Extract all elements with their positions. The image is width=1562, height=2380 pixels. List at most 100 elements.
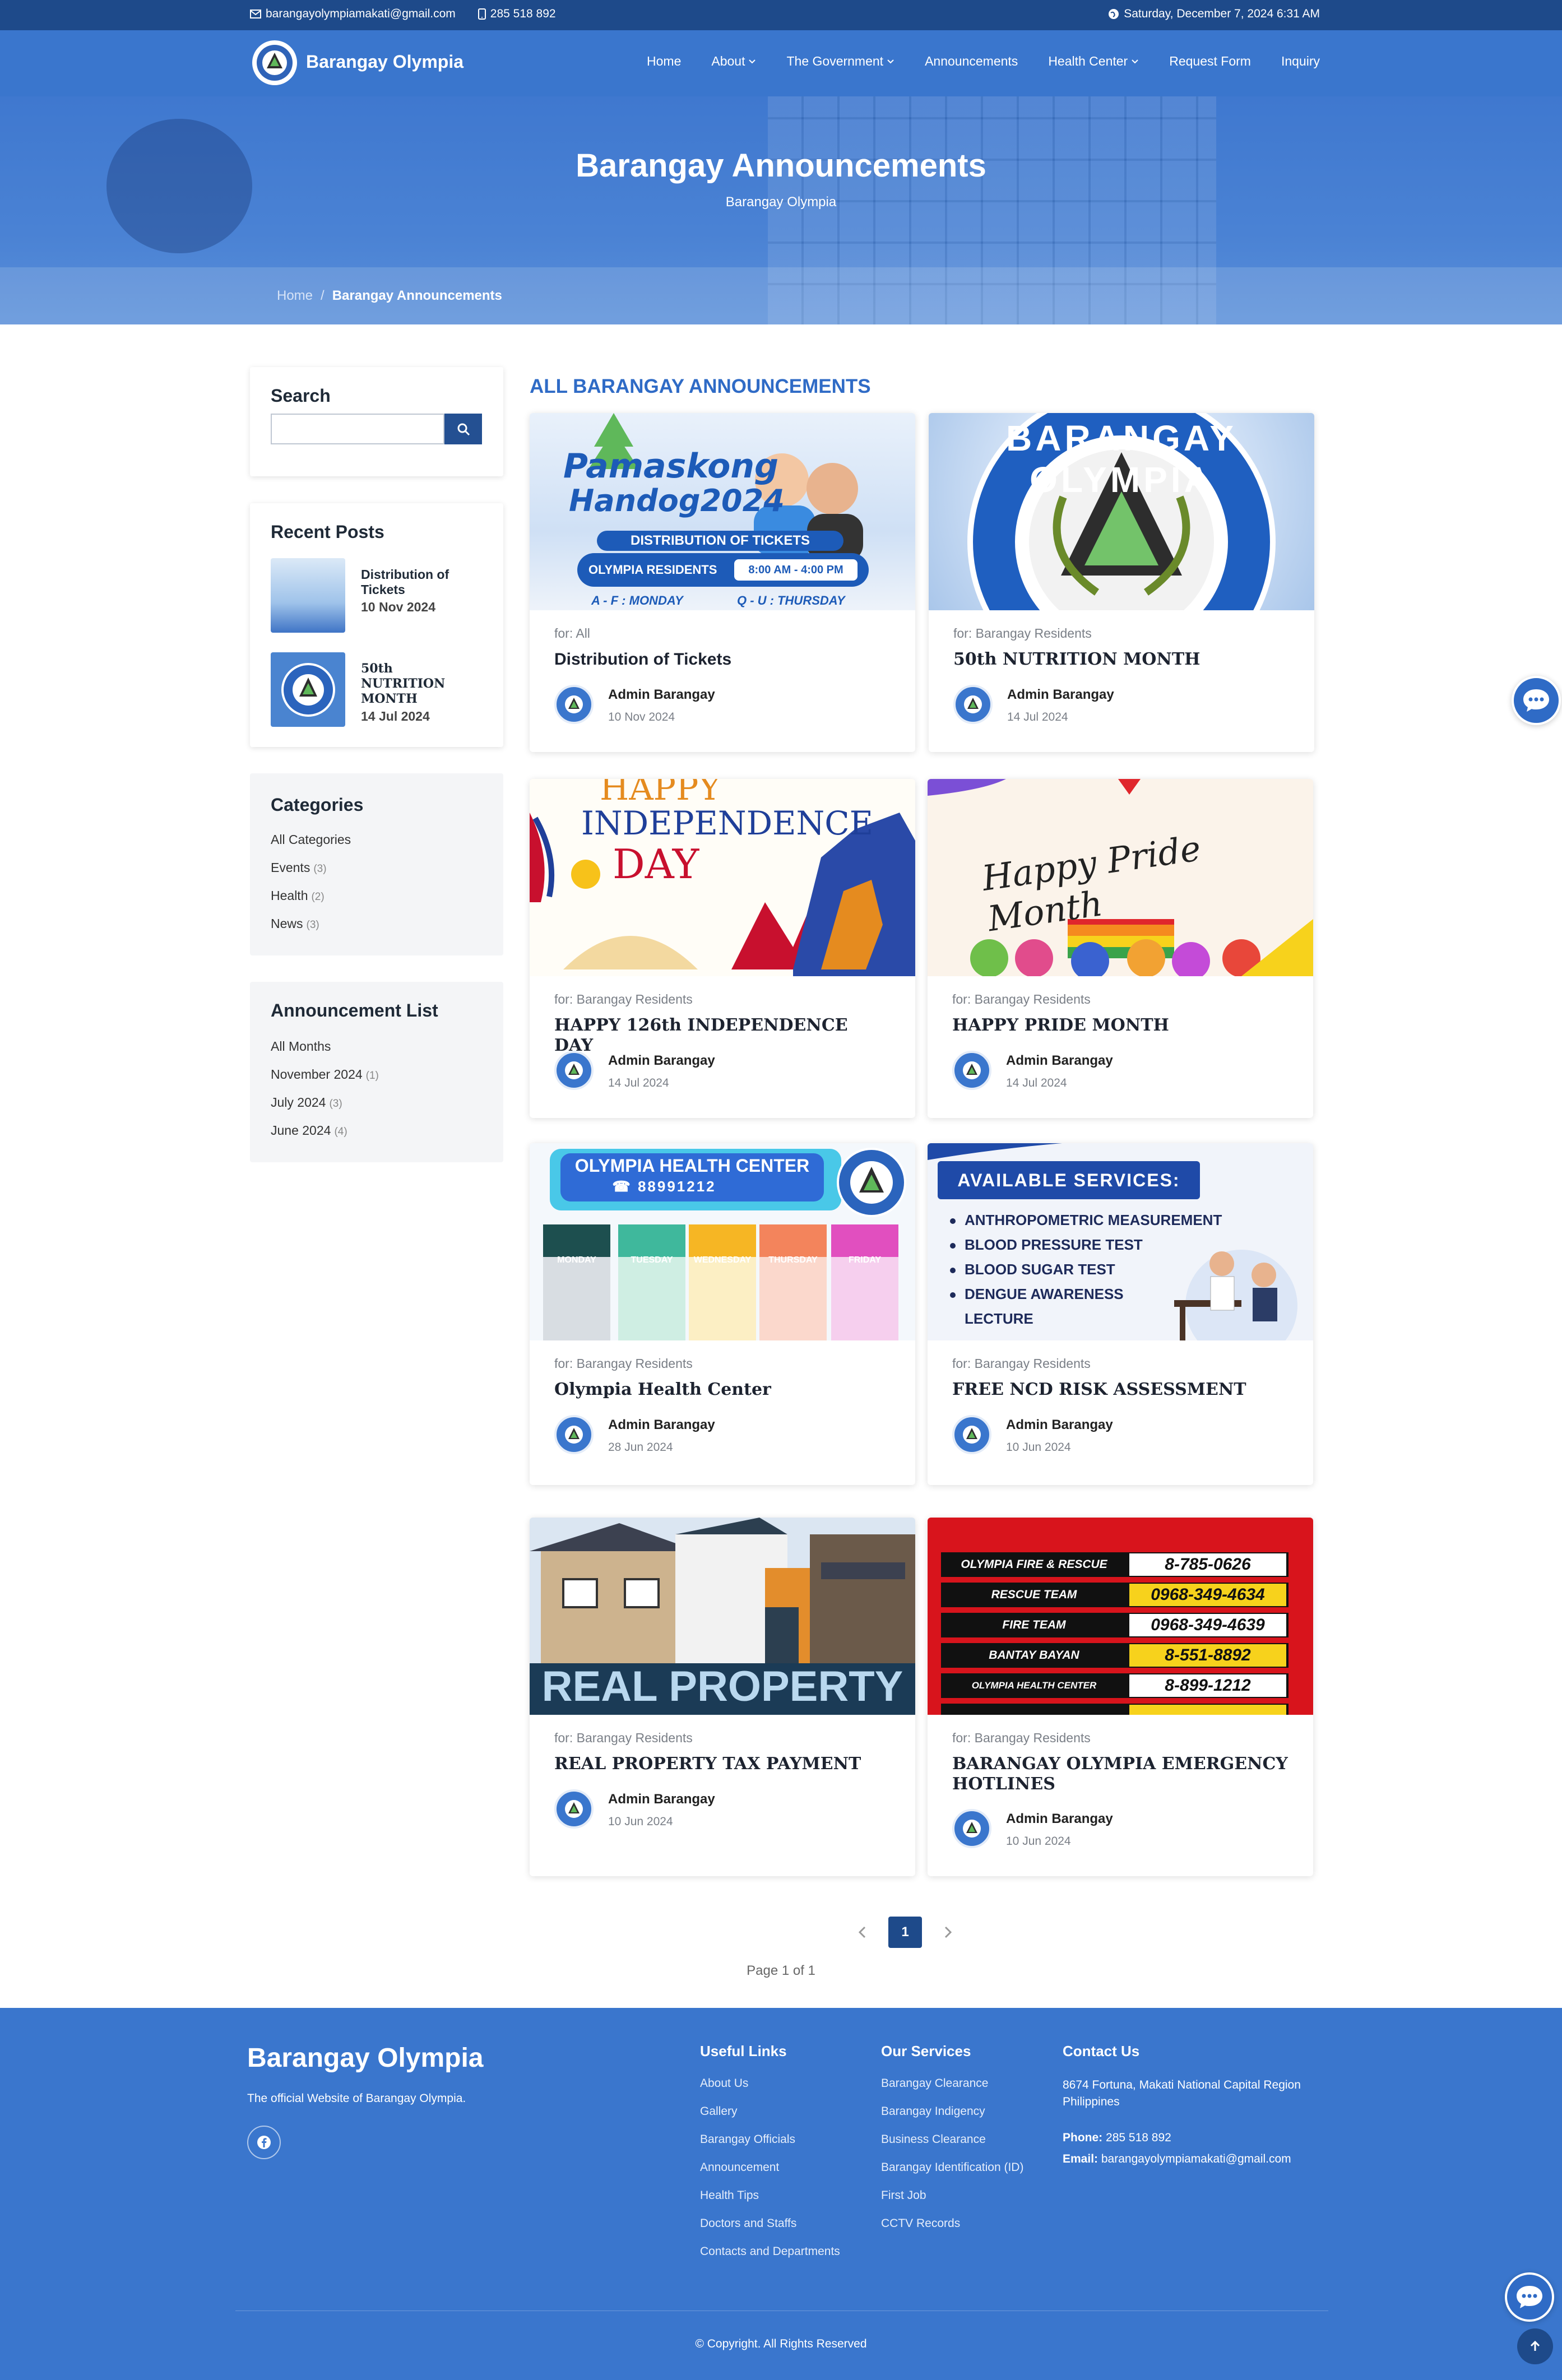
post-title[interactable]: HAPPY PRIDE MONTH (952, 1015, 1288, 1036)
footer-link[interactable]: About Us (700, 2077, 840, 2105)
facebook-link[interactable] (247, 2126, 281, 2159)
post-image-heading: Handog2024 (569, 483, 785, 518)
scroll-to-top-button[interactable] (1517, 2328, 1553, 2364)
post-title[interactable]: REAL PROPERTY TAX PAYMENT (554, 1754, 891, 1774)
footer-service-link[interactable]: Barangay Clearance (881, 2077, 1023, 2105)
post-title[interactable]: BARANGAY OLYMPIA EMERGENCY HOTLINES (952, 1754, 1288, 1794)
service-item: LECTURE (965, 1310, 1033, 1327)
chevron-right-icon[interactable] (942, 1926, 953, 1939)
phone-icon (478, 8, 486, 20)
author-name: Admin Barangay (608, 1053, 715, 1068)
footer-service-link[interactable]: Barangay Identification (ID) (881, 2161, 1023, 2189)
footer-link[interactable]: Announcement (700, 2161, 840, 2189)
month-june-2024[interactable]: June 2024 (4) (271, 1123, 347, 1138)
pagination: 1 (857, 1917, 953, 1948)
service-item: ANTHROPOMETRIC MEASUREMENT (965, 1212, 1222, 1228)
post-image-heading: REAL PROPERTY (541, 1663, 903, 1710)
search-input[interactable] (271, 414, 444, 444)
site-brand[interactable]: Barangay Olympia (306, 52, 463, 72)
post-date: 10 Jun 2024 (608, 1815, 673, 1828)
main-navbar: Barangay Olympia Home About The Governme… (0, 30, 1562, 96)
recent-post-item[interactable]: Distribution of Tickets 10 Nov 2024 (271, 558, 473, 633)
post-card[interactable]: OLYMPIA FIRE & RESCUE 8-785-0626 RESCUE … (928, 1518, 1313, 1876)
chat-button[interactable] (1512, 676, 1561, 725)
contact-phone[interactable]: 285 518 892 (478, 7, 556, 21)
nav-announcements[interactable]: Announcements (925, 54, 1018, 69)
category-events[interactable]: Events (3) (271, 860, 327, 875)
category-news[interactable]: News (3) (271, 916, 319, 931)
post-card[interactable]: AVAILABLE SERVICES: ANTHROPOMETRIC MEASU… (928, 1143, 1313, 1485)
footer-link[interactable]: Gallery (700, 2105, 840, 2133)
page-button-current[interactable]: 1 (888, 1917, 922, 1948)
service-item: BLOOD SUGAR TEST (965, 1261, 1115, 1278)
post-author: Admin Barangay 10 Jun 2024 (952, 1415, 1113, 1454)
post-card[interactable]: BARANGAY OLYMPIA for: Barangay Residents… (929, 413, 1314, 752)
our-services-heading: Our Services (881, 2043, 971, 2059)
month-label: June 2024 (271, 1123, 331, 1138)
post-card[interactable]: REAL PROPERTY for: Barangay Residents RE… (530, 1518, 915, 1876)
post-date: 14 Jul 2024 (608, 1077, 669, 1089)
post-title[interactable]: FREE NCD RISK ASSESSMENT (952, 1380, 1288, 1400)
nav-about[interactable]: About (711, 54, 756, 69)
month-november-2024[interactable]: November 2024 (1) (271, 1067, 379, 1082)
post-card[interactable]: Happy Pride Month for: Barangay Resident… (928, 779, 1313, 1118)
recent-post-title: Distribution of Tickets (361, 567, 449, 597)
footer-link[interactable]: Doctors and Staffs (700, 2217, 840, 2245)
barangay-logo[interactable] (252, 40, 297, 85)
hotline-number: 8-551-8892 (1129, 1644, 1286, 1667)
category-health[interactable]: Health (2) (271, 888, 325, 903)
page-title: Barangay Announcements (576, 147, 986, 184)
footer-brand: Barangay Olympia (247, 2043, 484, 2073)
post-author: Admin Barangay 10 Jun 2024 (554, 1789, 715, 1829)
category-label: All Categories (271, 832, 351, 847)
recent-post-item[interactable]: 50th NUTRITION MONTH 14 Jul 2024 (271, 652, 473, 727)
author-avatar (554, 1051, 594, 1090)
post-author: Admin Barangay 10 Nov 2024 (554, 685, 715, 724)
contact-us-heading: Contact Us (1063, 2043, 1140, 2059)
footer-service-link[interactable]: First Job (881, 2189, 1023, 2217)
bullet (950, 1268, 956, 1273)
breadcrumb-home[interactable]: Home (277, 288, 313, 304)
month-july-2024[interactable]: July 2024 (3) (271, 1095, 342, 1110)
footer-service-link[interactable]: Barangay Indigency (881, 2105, 1023, 2133)
post-image-heading: BARANGAY OLYMPIA (1006, 418, 1237, 500)
useful-links: Useful Links About Us Gallery Barangay O… (700, 2043, 840, 2273)
breadcrumb-separator: / (321, 288, 325, 303)
footer-link[interactable]: Health Tips (700, 2189, 840, 2217)
post-card[interactable]: Pamaskong Handog2024 DISTRIBUTION OF TIC… (530, 413, 915, 752)
post-title[interactable]: 50th NUTRITION MONTH (953, 649, 1290, 670)
hotline-label: FIRE TEAM (1002, 1618, 1066, 1631)
page-hero: Barangay Announcements Barangay Olympia … (0, 96, 1562, 324)
author-name: Admin Barangay (608, 687, 715, 702)
search-button[interactable] (444, 414, 482, 444)
month-count: (3) (329, 1098, 342, 1110)
post-title[interactable]: Distribution of Tickets (554, 649, 891, 670)
month-all[interactable]: All Months (271, 1039, 331, 1054)
footer-service-link[interactable]: Business Clearance (881, 2133, 1023, 2161)
chevron-left-icon[interactable] (857, 1926, 868, 1939)
nav-request-form[interactable]: Request Form (1169, 54, 1251, 69)
contact-us: Contact Us 8674 Fortuna, Makati National… (1063, 2043, 1343, 2168)
post-card[interactable]: HAPPY INDEPENDENCE DAY for: Barangay Res… (530, 779, 915, 1118)
email-value[interactable]: barangayolympiamakati@gmail.com (1101, 2152, 1291, 2165)
nav-menu: Home About The Government Announcements … (647, 54, 1320, 69)
category-count: (3) (306, 919, 319, 931)
post-title[interactable]: HAPPY 126th INDEPENDENCE DAY (554, 1015, 891, 1056)
footer-service-link[interactable]: CCTV Records (881, 2217, 1023, 2245)
contact-email[interactable]: barangayolympiamakati@gmail.com (250, 7, 456, 21)
post-image-text: ☎ 88991212 (612, 1178, 716, 1195)
post-title[interactable]: Olympia Health Center (554, 1380, 891, 1400)
nav-health-center[interactable]: Health Center (1048, 54, 1139, 69)
nav-government[interactable]: The Government (786, 54, 894, 69)
nav-inquiry-label: Inquiry (1281, 54, 1320, 68)
chat-button[interactable] (1505, 2272, 1554, 2322)
nav-inquiry[interactable]: Inquiry (1281, 54, 1320, 69)
footer-link[interactable]: Contacts and Departments (700, 2245, 840, 2273)
post-card[interactable]: OLYMPIA HEALTH CENTER ☎ 88991212 MONDAY … (530, 1143, 915, 1485)
category-all[interactable]: All Categories (271, 832, 351, 847)
nav-home[interactable]: Home (647, 54, 681, 69)
post-audience: for: Barangay Residents (554, 992, 693, 1006)
schedule-col (618, 1224, 685, 1340)
schedule-day: MONDAY (557, 1255, 596, 1265)
footer-link[interactable]: Barangay Officials (700, 2133, 840, 2161)
